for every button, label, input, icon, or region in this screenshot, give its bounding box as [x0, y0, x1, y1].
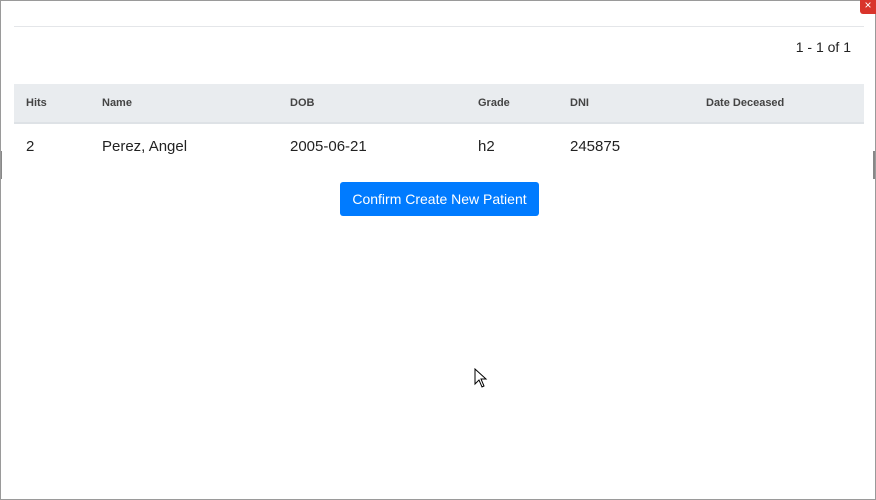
cell-date-deceased — [706, 123, 864, 168]
table-row[interactable]: 2 Perez, Angel 2005-06-21 h2 245875 — [14, 123, 864, 168]
cell-grade: h2 — [478, 137, 495, 155]
cell-dni: 245875 — [570, 137, 621, 155]
results-table: Hits Name DOB Grade DNI Date Deceased 2 … — [14, 84, 864, 168]
confirm-create-patient-button[interactable]: Confirm Create New Patient — [340, 182, 539, 216]
cell-dob: 2005-06-21 — [290, 137, 367, 155]
mouse-pointer-icon — [474, 368, 488, 388]
table-header-row: Hits Name DOB Grade DNI Date Deceased — [14, 84, 864, 124]
patient-match-modal: × 1 - 1 of 1 Hits Name DOB Grade DNI Dat… — [0, 0, 876, 500]
column-header-grade[interactable]: Grade — [478, 84, 570, 124]
divider — [14, 26, 864, 27]
column-header-date-deceased[interactable]: Date Deceased — [706, 84, 864, 124]
close-icon: × — [864, 0, 872, 12]
cell-name: Perez, Angel — [102, 137, 188, 155]
pagination-info: 1 - 1 of 1 — [795, 39, 851, 55]
column-header-dob[interactable]: DOB — [290, 84, 478, 124]
backdrop-edge — [1, 151, 2, 179]
cell-hits: 2 — [26, 137, 35, 155]
column-header-name[interactable]: Name — [102, 84, 290, 124]
close-button[interactable]: × — [860, 0, 876, 14]
column-header-hits[interactable]: Hits — [14, 84, 102, 124]
column-header-dni[interactable]: DNI — [570, 84, 706, 124]
backdrop-edge — [873, 151, 875, 179]
